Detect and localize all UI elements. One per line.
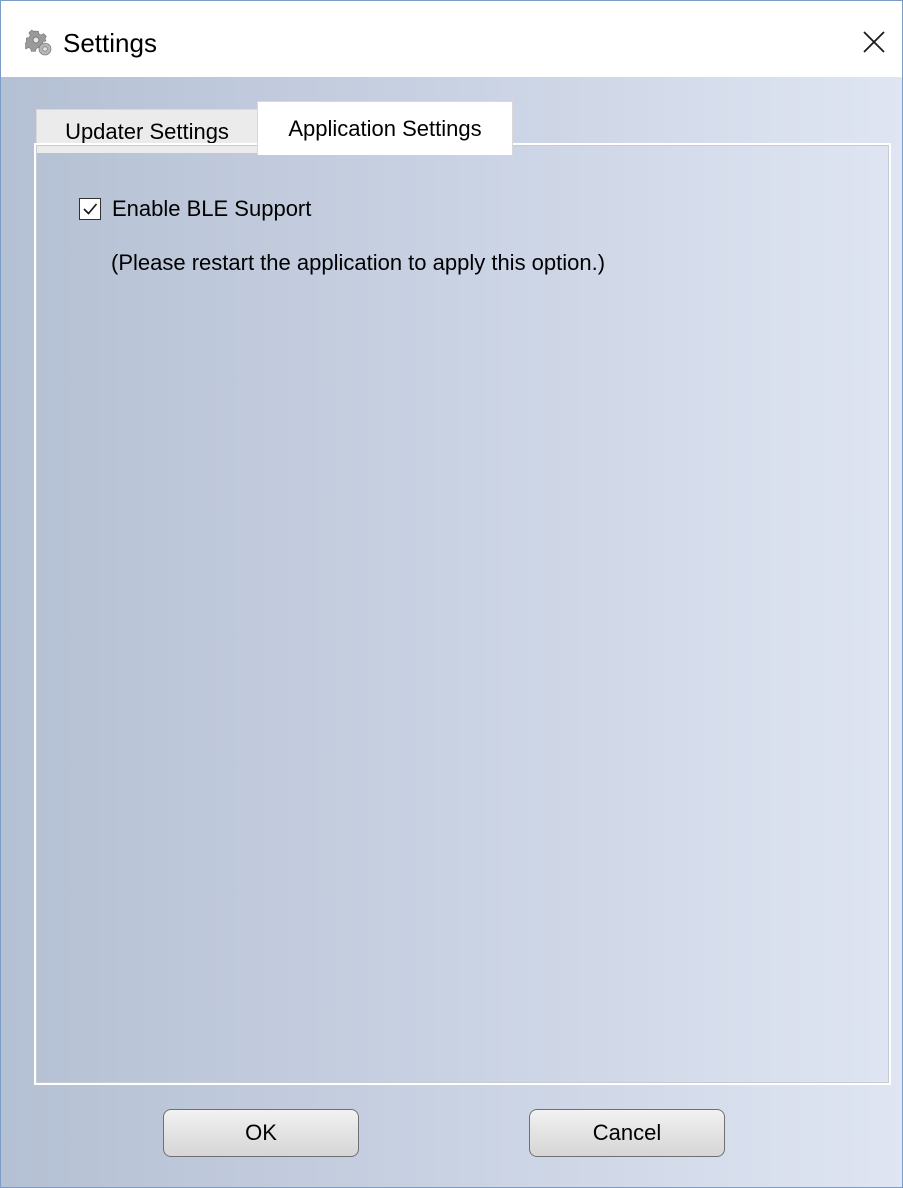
restart-hint: (Please restart the application to apply…	[111, 250, 606, 275]
cancel-button[interactable]: Cancel	[529, 1109, 725, 1157]
ok-button[interactable]: OK	[163, 1109, 359, 1157]
dialog-body: Updater Settings Application Settings En…	[1, 77, 902, 1187]
tab-label: Updater Settings	[65, 119, 229, 144]
close-icon[interactable]	[846, 15, 902, 69]
window-title: Settings	[63, 28, 157, 58]
tab-application-settings[interactable]: Application Settings	[257, 101, 513, 155]
enable-ble-label[interactable]: Enable BLE Support	[112, 196, 311, 222]
title-bar[interactable]: Settings	[1, 1, 902, 77]
tab-label: Application Settings	[288, 116, 482, 141]
enable-ble-option[interactable]: Enable BLE Support	[79, 195, 311, 223]
panel-border	[36, 145, 889, 1083]
gear-icon	[22, 29, 53, 57]
application-settings-panel	[34, 143, 891, 1085]
settings-dialog: Settings Updater Settings Application Se…	[0, 0, 903, 1188]
enable-ble-checkbox[interactable]	[79, 198, 101, 220]
